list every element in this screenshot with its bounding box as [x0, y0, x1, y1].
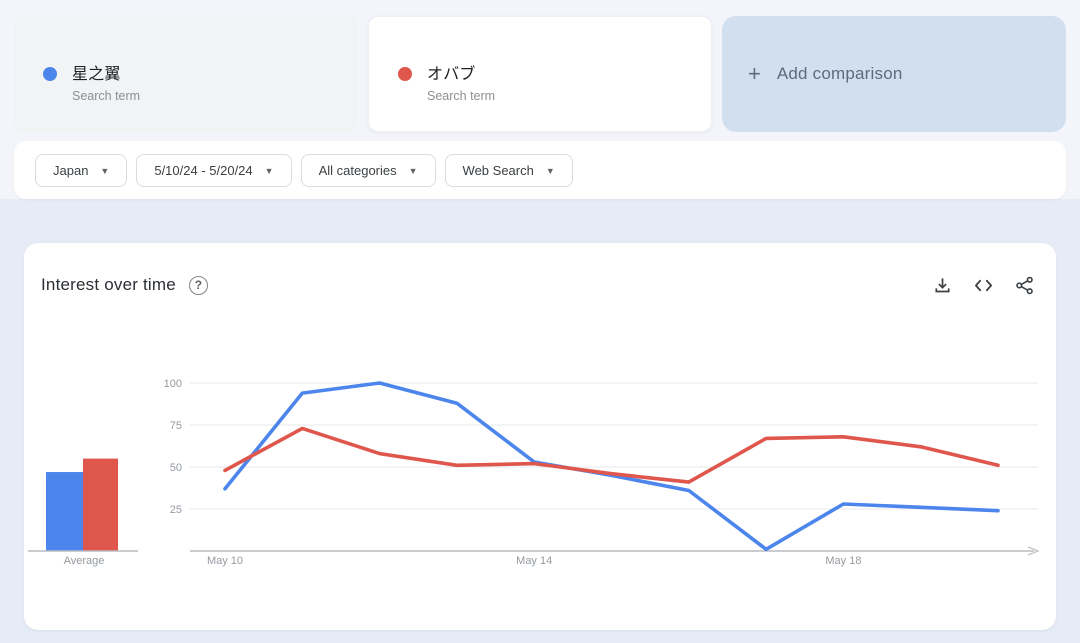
- term-2-type: Search term: [427, 89, 496, 103]
- chevron-down-icon: ▼: [100, 165, 110, 176]
- chart-header: Interest over time ?: [24, 269, 1056, 301]
- search-type-filter-label: Web Search: [462, 162, 534, 178]
- filter-section: Japan ▼ 5/10/24 - 5/20/24 ▼ All categori…: [0, 141, 1080, 199]
- chevron-down-icon: ▼: [264, 165, 274, 176]
- plus-icon: +: [748, 61, 761, 86]
- chevron-down-icon: ▼: [545, 165, 555, 176]
- average-bar-1[interactable]: [46, 472, 83, 551]
- term-1-label: 星之翼: [72, 66, 121, 83]
- y-axis-label: 25: [170, 504, 182, 516]
- region-filter-dropdown[interactable]: Japan ▼: [35, 153, 128, 187]
- chart-title: Interest over time: [41, 275, 176, 294]
- comparison-cards-row: 星之翼 Search term オバブ Search term + Add co…: [14, 16, 1066, 132]
- x-axis-label: May 18: [825, 555, 861, 567]
- download-icon[interactable]: [933, 276, 952, 295]
- chart-section: Interest over time ? 25 50 75 100 May 10…: [0, 199, 1080, 630]
- average-label: Average: [64, 555, 105, 567]
- x-axis-label: May 10: [207, 555, 243, 567]
- help-icon[interactable]: ?: [188, 275, 208, 295]
- term-1-type: Search term: [72, 89, 141, 103]
- y-axis-label: 50: [170, 462, 182, 474]
- chevron-down-icon: ▼: [408, 165, 418, 176]
- add-comparison-button[interactable]: + Add comparison: [722, 16, 1066, 132]
- add-comparison-label: Add comparison: [776, 64, 903, 83]
- interest-over-time-chart: 25 50 75 100 May 10 May 14 May 18 Average: [28, 378, 1040, 567]
- share-icon[interactable]: [1015, 276, 1034, 295]
- date-range-filter-label: 5/10/24 - 5/20/24: [154, 162, 253, 178]
- embed-icon[interactable]: [973, 276, 994, 295]
- y-axis-label: 100: [164, 378, 182, 390]
- term-2-label: オバブ: [427, 66, 476, 83]
- x-axis-label: May 14: [516, 555, 552, 567]
- filter-bar: Japan ▼ 5/10/24 - 5/20/24 ▼ All categori…: [14, 141, 1066, 199]
- search-type-filter-dropdown[interactable]: Web Search ▼: [444, 153, 573, 187]
- term-card-2[interactable]: オバブ Search term: [368, 16, 712, 132]
- series-line-2[interactable]: [223, 426, 1000, 484]
- series-2-color-dot: [398, 67, 412, 81]
- date-range-filter-dropdown[interactable]: 5/10/24 - 5/20/24 ▼: [136, 153, 292, 187]
- interest-over-time-card: Interest over time ? 25 50 75 100 May 10…: [24, 243, 1056, 630]
- series-1-color-dot: [43, 67, 57, 81]
- y-axis-label: 75: [170, 420, 182, 432]
- region-filter-label: Japan: [53, 162, 89, 178]
- series-line-1[interactable]: [223, 381, 1000, 552]
- comparison-section: 星之翼 Search term オバブ Search term + Add co…: [0, 0, 1080, 141]
- average-bar-2[interactable]: [83, 458, 118, 551]
- category-filter-dropdown[interactable]: All categories ▼: [300, 153, 436, 187]
- term-card-1[interactable]: 星之翼 Search term: [14, 16, 358, 132]
- category-filter-label: All categories: [318, 162, 397, 178]
